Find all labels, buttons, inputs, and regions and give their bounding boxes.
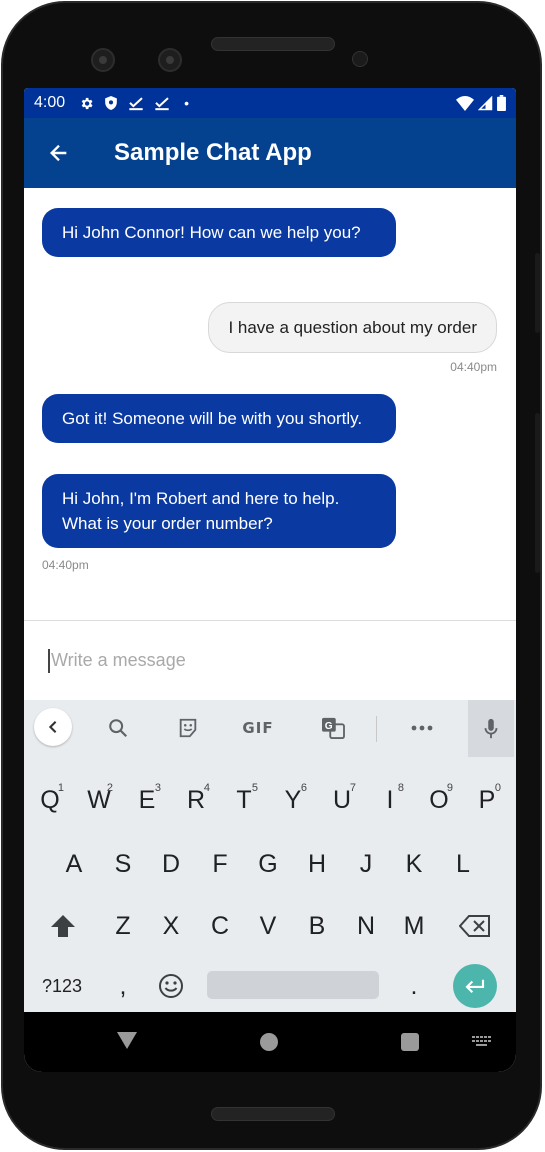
- message-user: I have a question about my order: [208, 302, 497, 353]
- key-h[interactable]: H: [297, 838, 337, 890]
- page-title: Sample Chat App: [114, 139, 312, 166]
- key-t[interactable]: T5: [224, 774, 264, 826]
- translate-icon: G: [322, 717, 345, 739]
- key-n[interactable]: N: [346, 900, 386, 952]
- status-notification-icons: •: [79, 95, 189, 111]
- power-button: [535, 253, 540, 333]
- wifi-icon: [456, 95, 474, 111]
- screen: 4:00 • Sample Chat App Hi John Connor! H…: [24, 88, 516, 1072]
- key-j[interactable]: J: [346, 838, 386, 890]
- symbols-key[interactable]: ?123: [38, 960, 86, 1012]
- keyboard-sticker-button[interactable]: [167, 708, 209, 748]
- key-d[interactable]: D: [151, 838, 191, 890]
- message-agent: Hi John, I'm Robert and here to help. Wh…: [42, 474, 396, 548]
- keyboard-toolbar: GIF G: [24, 700, 516, 757]
- status-bar: 4:00 •: [24, 88, 516, 118]
- nav-back-icon[interactable]: [117, 1032, 137, 1049]
- emoji-icon: [159, 974, 183, 998]
- more-icon: [411, 725, 433, 731]
- message-composer: [24, 620, 516, 700]
- keyboard-voice-button[interactable]: [468, 700, 514, 757]
- key-c[interactable]: C: [200, 900, 240, 952]
- backspace-icon: [459, 915, 490, 937]
- keyboard-gif-button[interactable]: GIF: [237, 708, 279, 748]
- soft-keyboard: GIF G Q1 W2 E3 R4 T5 Y6 U7 I8 O9 P0 A S …: [24, 700, 516, 1012]
- chat-transcript[interactable]: Hi John Connor! How can we help you? I h…: [24, 188, 516, 620]
- mic-icon: [484, 718, 498, 738]
- check-icon: [129, 96, 143, 110]
- keyboard-more-button[interactable]: [401, 708, 443, 748]
- battery-icon: [497, 95, 506, 111]
- key-i[interactable]: I8: [370, 774, 410, 826]
- gif-label: GIF: [242, 719, 274, 737]
- proximity-sensor: [352, 51, 368, 67]
- shift-icon: [51, 915, 75, 937]
- message-input[interactable]: [51, 650, 451, 671]
- status-system-icons: [456, 95, 506, 111]
- nav-home-icon[interactable]: [260, 1033, 278, 1051]
- shield-icon: [105, 96, 117, 110]
- keyboard-collapse-button[interactable]: [34, 708, 72, 746]
- bottom-speaker: [211, 1107, 335, 1121]
- key-e[interactable]: E3: [127, 774, 167, 826]
- key-z[interactable]: Z: [103, 900, 143, 952]
- keyboard-hide-icon[interactable]: [472, 1036, 492, 1048]
- key-p[interactable]: P0: [467, 774, 507, 826]
- shift-key[interactable]: [43, 900, 83, 952]
- key-g[interactable]: G: [248, 838, 288, 890]
- volume-button: [535, 413, 540, 573]
- comma-key[interactable]: ,: [103, 960, 143, 1012]
- enter-key[interactable]: [453, 964, 497, 1008]
- key-l[interactable]: L: [443, 838, 483, 890]
- key-q[interactable]: Q1: [30, 774, 70, 826]
- key-o[interactable]: O9: [419, 774, 459, 826]
- signal-icon: [478, 95, 493, 110]
- message-timestamp: 04:40pm: [450, 360, 497, 374]
- search-icon: [109, 719, 128, 738]
- text-cursor: [48, 648, 50, 673]
- key-k[interactable]: K: [394, 838, 434, 890]
- period-key[interactable]: .: [394, 960, 434, 1012]
- gear-icon: [81, 97, 93, 109]
- key-v[interactable]: V: [248, 900, 288, 952]
- key-b[interactable]: B: [297, 900, 337, 952]
- toolbar-divider: [376, 716, 377, 742]
- front-camera: [91, 48, 115, 72]
- check-icon: [155, 96, 169, 110]
- keyboard-translate-button[interactable]: G: [312, 708, 354, 748]
- key-m[interactable]: M: [394, 900, 434, 952]
- sticker-icon: [179, 718, 197, 738]
- arrow-back-icon: [49, 144, 67, 162]
- nav-recents-icon[interactable]: [401, 1033, 419, 1051]
- svg-text:G: G: [325, 721, 333, 732]
- emoji-key[interactable]: [151, 960, 191, 1012]
- front-camera-secondary: [158, 48, 182, 72]
- keyboard-search-button[interactable]: [97, 708, 139, 748]
- key-y[interactable]: Y6: [273, 774, 313, 826]
- chevron-left-icon: [48, 721, 57, 733]
- key-s[interactable]: S: [103, 838, 143, 890]
- message-agent: Hi John Connor! How can we help you?: [42, 208, 396, 257]
- key-r[interactable]: R4: [176, 774, 216, 826]
- message-agent: Got it! Someone will be with you shortly…: [42, 394, 396, 443]
- key-f[interactable]: F: [200, 838, 240, 890]
- key-u[interactable]: U7: [322, 774, 362, 826]
- enter-icon: [465, 979, 485, 993]
- key-a[interactable]: A: [54, 838, 94, 890]
- message-timestamp: 04:40pm: [42, 558, 89, 572]
- key-w[interactable]: W2: [79, 774, 119, 826]
- backspace-key[interactable]: [455, 900, 495, 952]
- system-nav-bar: [24, 1012, 516, 1072]
- app-bar: Sample Chat App: [24, 118, 516, 188]
- key-x[interactable]: X: [151, 900, 191, 952]
- earpiece-speaker: [211, 37, 335, 51]
- dot-icon: •: [184, 95, 190, 111]
- back-button[interactable]: [24, 118, 94, 188]
- space-key[interactable]: [207, 971, 379, 999]
- status-time: 4:00: [34, 94, 66, 111]
